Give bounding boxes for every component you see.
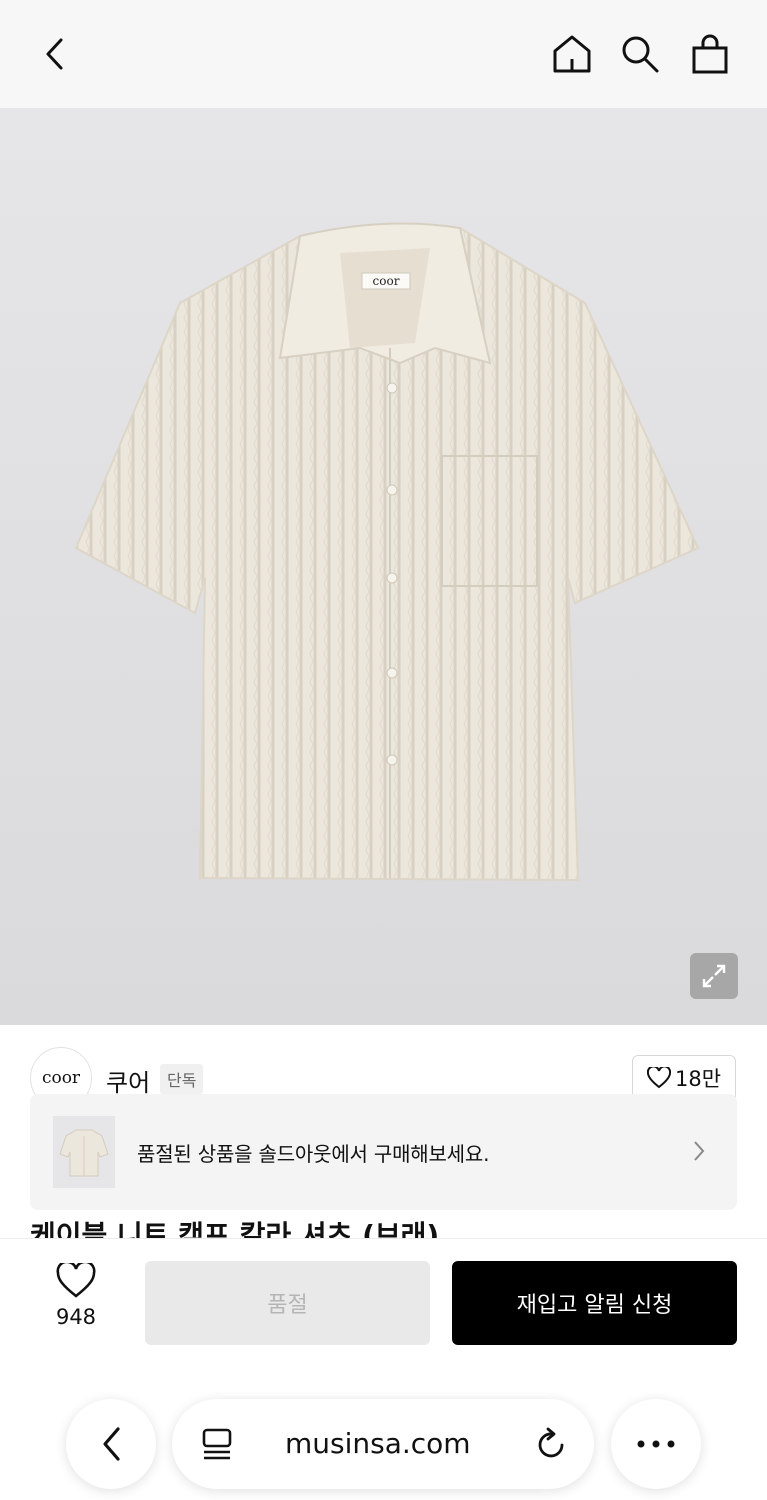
more-icon — [637, 1440, 675, 1448]
heart-icon — [56, 1263, 96, 1298]
shirt-thumbnail-image — [59, 1129, 109, 1177]
wishlist-button[interactable]: 948 — [40, 1263, 112, 1343]
product-title: 케이블 니트 캠프 칼라 셔츠 (브래) — [30, 1219, 440, 1238]
product-image[interactable]: coor — [0, 108, 767, 1025]
heart-icon — [646, 1067, 671, 1089]
expand-image-button[interactable] — [690, 953, 738, 999]
shopping-bag-icon — [692, 34, 728, 74]
shirt-image: coor — [74, 222, 700, 882]
restock-alert-button[interactable]: 재입고 알림 신청 — [452, 1261, 737, 1345]
browser-back-button[interactable] — [66, 1399, 156, 1489]
search-button[interactable] — [616, 30, 664, 78]
cart-button[interactable] — [686, 30, 734, 78]
top-navigation-bar — [0, 0, 767, 108]
brand-row: coor 쿠어 단독 18만 — [0, 1025, 767, 1109]
home-button[interactable] — [548, 30, 596, 78]
exclusive-badge: 단독 — [160, 1064, 204, 1094]
tabs-icon[interactable] — [200, 1427, 234, 1461]
back-button[interactable] — [30, 30, 78, 78]
reload-icon[interactable] — [534, 1425, 570, 1463]
browser-address-bar[interactable]: musinsa.com — [172, 1399, 594, 1489]
search-icon — [622, 36, 659, 73]
soldout-thumbnail — [53, 1116, 115, 1188]
brand-like-count: 18만 — [674, 1067, 722, 1091]
expand-icon — [702, 964, 726, 988]
chevron-right-icon — [690, 1139, 708, 1167]
brand-name[interactable]: 쿠어 — [106, 1063, 150, 1098]
back-icon — [103, 1427, 120, 1461]
home-icon — [553, 35, 591, 73]
svg-text:coor: coor — [373, 274, 400, 288]
soldout-banner-text: 품절된 상품을 솔드아웃에서 구매해보세요. — [137, 1142, 490, 1166]
soldout-button[interactable]: 품절 — [145, 1261, 430, 1345]
browser-more-button[interactable] — [611, 1399, 701, 1489]
soldout-banner[interactable]: 품절된 상품을 솔드아웃에서 구매해보세요. — [30, 1094, 737, 1210]
back-icon — [46, 38, 63, 70]
wishlist-count: 948 — [55, 1305, 97, 1329]
browser-url[interactable]: musinsa.com — [285, 1427, 471, 1460]
